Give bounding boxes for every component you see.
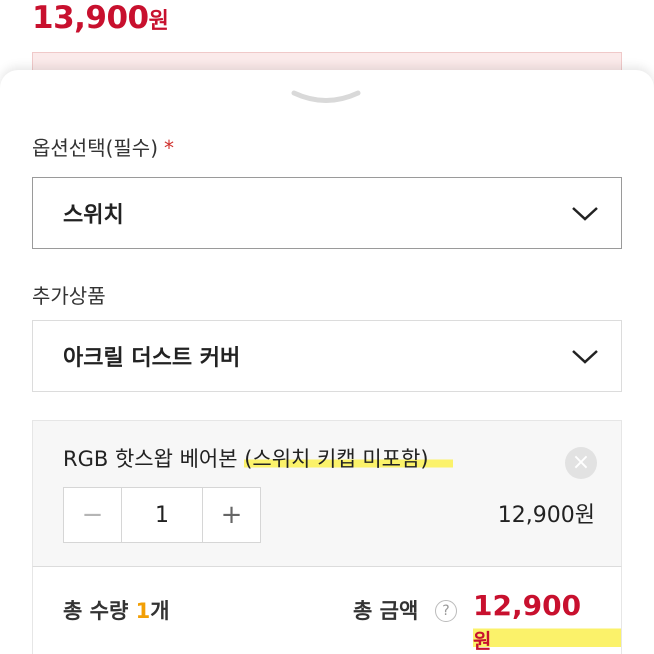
addon-label: 추가상품 <box>32 284 106 308</box>
option-selected-value: 스위치 <box>63 203 124 228</box>
product-price: 13,900원 <box>32 0 169 36</box>
collapse-handle-icon[interactable] <box>291 88 361 108</box>
total-amount-label: 총 금액 <box>353 599 419 623</box>
item-name-highlight: (스위치 키캡 미포함) <box>244 447 453 471</box>
help-icon[interactable]: ? <box>435 600 457 622</box>
quantity-stepper: − 1 + <box>63 487 261 543</box>
remove-item-button[interactable]: × <box>565 447 597 479</box>
required-mark: * <box>164 136 175 160</box>
addon-select[interactable]: 아크릴 더스트 커버 <box>32 320 622 392</box>
item-price: 12,900원 <box>497 503 595 528</box>
total-quantity: 총 수량 1개 <box>63 599 170 623</box>
total-price: 12,900원 <box>473 589 621 654</box>
option-label: 옵션선택(필수) * <box>32 136 175 160</box>
chevron-down-icon <box>572 207 598 221</box>
increase-quantity-button[interactable]: + <box>202 488 260 542</box>
order-summary: 총 수량 1개 총 금액 ? 12,900원 <box>32 566 622 654</box>
quantity-value[interactable]: 1 <box>122 488 202 542</box>
decrease-quantity-button[interactable]: − <box>64 488 122 542</box>
addon-selected-value: 아크릴 더스트 커버 <box>63 346 241 371</box>
option-select[interactable]: 스위치 <box>32 177 622 249</box>
selected-item: RGB 핫스왑 베어본 (스위치 키캡 미포함) × − 1 + 12,900원 <box>32 420 622 570</box>
chevron-down-icon <box>572 350 598 364</box>
item-name: RGB 핫스왑 베어본 (스위치 키캡 미포함) <box>63 443 453 473</box>
